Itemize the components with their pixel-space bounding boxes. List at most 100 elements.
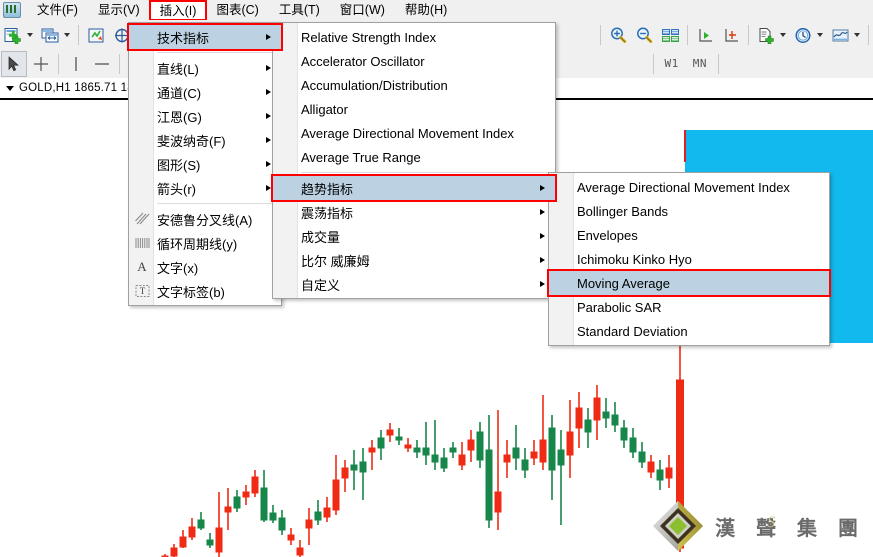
submenu-arrow-icon <box>266 65 271 71</box>
menubar-item-4[interactable]: 工具(T) <box>269 0 330 20</box>
menu-item-自定义[interactable]: 自定义 <box>273 272 555 296</box>
timeframe-w1[interactable]: W1 <box>658 51 686 77</box>
menu-item-箭头-r-[interactable]: 箭头(r) <box>129 176 281 200</box>
menu-item-ichimoku-kinko-hyo[interactable]: Ichimoku Kinko Hyo <box>549 247 829 271</box>
menu-item-label: Ichimoku Kinko Hyo <box>577 251 692 267</box>
menu-item-趋势指标[interactable]: 趋势指标 <box>271 174 557 202</box>
menu-item-直线-l-[interactable]: 直线(L) <box>129 56 281 80</box>
text-icon: A <box>137 259 147 274</box>
tile-windows-dropdown-caret[interactable] <box>64 33 70 37</box>
toolbar-separator <box>78 25 79 45</box>
menubar-item-0[interactable]: 文件(F) <box>27 0 88 20</box>
menu-item-label: 通道(C) <box>157 85 202 101</box>
menu-item-label: Accumulation/Distribution <box>301 77 448 93</box>
menubar-item-3[interactable]: 图表(C) <box>206 0 268 20</box>
menu-item-label: Bollinger Bands <box>577 203 669 219</box>
menu-item-通道-c-[interactable]: 通道(C) <box>129 80 281 104</box>
period-dropdown-caret[interactable] <box>817 33 823 37</box>
submenu-arrow-icon <box>540 257 545 263</box>
menu-divider <box>157 52 275 53</box>
refresh-icon[interactable] <box>84 23 108 47</box>
menu-bar: 文件(F) 显示(V) 插入(I) 图表(C) 工具(T) 窗口(W) 帮助(H) <box>0 0 873 21</box>
horizontal-line-icon[interactable] <box>90 52 114 76</box>
menu-item-average-true-range[interactable]: Average True Range <box>273 145 555 169</box>
watermark-text: 漢 聲 集 團 <box>715 515 865 540</box>
menu-item-accelerator-oscillator[interactable]: Accelerator Oscillator <box>273 49 555 73</box>
menu-item-label: 趋势指标 <box>301 181 354 197</box>
new-chart-icon[interactable] <box>1 23 25 47</box>
menu-item-standard-deviation[interactable]: Standard Deviation <box>549 319 829 343</box>
menu-item-江恩-g-[interactable]: 江恩(G) <box>129 104 281 128</box>
submenu-arrow-icon <box>266 34 271 40</box>
text-label-icon: T <box>132 279 152 303</box>
menu-item-relative-strength-index[interactable]: Relative Strength Index <box>273 25 555 49</box>
period-icon[interactable] <box>791 23 815 47</box>
toolbar-separator <box>600 25 601 45</box>
chevron-down-icon[interactable] <box>6 85 14 91</box>
menubar-item-6[interactable]: 帮助(H) <box>395 0 457 20</box>
menubar-item-5[interactable]: 窗口(W) <box>330 0 395 20</box>
trend-indicators-menu[interactable]: Average Directional Movement Index Bollin… <box>547 172 831 346</box>
menu-item-label: Accelerator Oscillator <box>301 53 425 69</box>
app-icon <box>3 2 21 18</box>
toolbar-separator <box>58 54 59 74</box>
menu-item-label: Moving Average <box>577 275 670 291</box>
tile-windows-icon[interactable] <box>38 23 62 47</box>
menu-item-技术指标[interactable]: 技术指标 <box>127 23 283 51</box>
menu-item-文字标签-b-[interactable]: T 文字标签(b) <box>129 279 281 303</box>
indicators-icon[interactable] <box>828 23 852 47</box>
menu-item-envelopes[interactable]: Envelopes <box>549 223 829 247</box>
menu-item-label: Average True Range <box>301 149 421 165</box>
menu-item-parabolic-sar[interactable]: Parabolic SAR <box>549 295 829 319</box>
toolbar-separator <box>119 54 120 74</box>
auto-scroll-icon[interactable] <box>693 23 717 47</box>
toolbar-group-charts <box>0 20 135 50</box>
menu-item-循环周期线-y-[interactable]: 循环周期线(y) <box>129 231 281 255</box>
templates-icon[interactable] <box>754 23 778 47</box>
menu-divider <box>301 172 549 173</box>
timeframe-mn[interactable]: MN <box>686 51 714 77</box>
menu-item-比尔-威廉姆[interactable]: 比尔 威廉姆 <box>273 248 555 272</box>
menu-item-斐波纳奇-f-[interactable]: 斐波纳奇(F) <box>129 128 281 152</box>
menu-item-label: 震荡指标 <box>301 205 354 221</box>
menu-item-average-directional-movement-index[interactable]: Average Directional Movement Index <box>273 121 555 145</box>
menu-item-label: Average Directional Movement Index <box>301 125 514 141</box>
menu-item-label: 安德鲁分叉线(A) <box>157 212 253 228</box>
menu-item-moving-average[interactable]: Moving Average <box>547 269 831 297</box>
insert-menu[interactable]: 技术指标直线(L) 通道(C) 江恩(G) 斐波纳奇(F) 图形(S) 箭头(r) 安德鲁分… <box>127 22 283 306</box>
menu-item-average-directional-movement-index[interactable]: Average Directional Movement Index <box>549 175 829 199</box>
menu-item-文字-x-[interactable]: A 文字(x) <box>129 255 281 279</box>
menu-item-图形-s-[interactable]: 图形(S) <box>129 152 281 176</box>
menubar-item-2[interactable]: 插入(I) <box>148 0 208 21</box>
menu-item-label: 自定义 <box>301 277 341 293</box>
templates-dropdown-caret[interactable] <box>780 33 786 37</box>
new-chart-dropdown-caret[interactable] <box>27 33 33 37</box>
watermark-mark: S <box>767 513 776 531</box>
submenu-arrow-icon <box>266 113 271 119</box>
menu-item-label: Alligator <box>301 101 348 117</box>
zoom-out-icon[interactable] <box>632 23 656 47</box>
submenu-arrow-icon <box>266 89 271 95</box>
zoom-in-icon[interactable] <box>606 23 630 47</box>
menu-item-alligator[interactable]: Alligator <box>273 97 555 121</box>
menu-item-label: 斐波纳奇(F) <box>157 133 226 149</box>
submenu-arrow-icon <box>540 209 545 215</box>
menu-item-label: 循环周期线(y) <box>157 236 238 252</box>
menu-item-成交量[interactable]: 成交量 <box>273 224 555 248</box>
menu-item-label: 江恩(G) <box>157 109 202 125</box>
chart-shift-icon[interactable] <box>719 23 743 47</box>
data-window-icon[interactable] <box>658 23 682 47</box>
menu-item-label: Envelopes <box>577 227 638 243</box>
menu-item-accumulation-distribution[interactable]: Accumulation/Distribution <box>273 73 555 97</box>
menu-item-安德鲁分叉线-a-[interactable]: 安德鲁分叉线(A) <box>129 207 281 231</box>
cursor-icon[interactable] <box>1 51 27 77</box>
vertical-line-icon[interactable] <box>64 52 88 76</box>
indicators-menu[interactable]: Relative Strength Index Accelerator Oscil… <box>271 22 557 299</box>
indicators-dropdown-caret[interactable] <box>854 33 860 37</box>
menu-item-bollinger-bands[interactable]: Bollinger Bands <box>549 199 829 223</box>
menu-item-label: 箭头(r) <box>157 181 196 197</box>
menu-item-label: Standard Deviation <box>577 323 688 339</box>
crosshair-icon[interactable] <box>29 52 53 76</box>
menu-item-震荡指标[interactable]: 震荡指标 <box>273 200 555 224</box>
menubar-item-1[interactable]: 显示(V) <box>88 0 150 20</box>
